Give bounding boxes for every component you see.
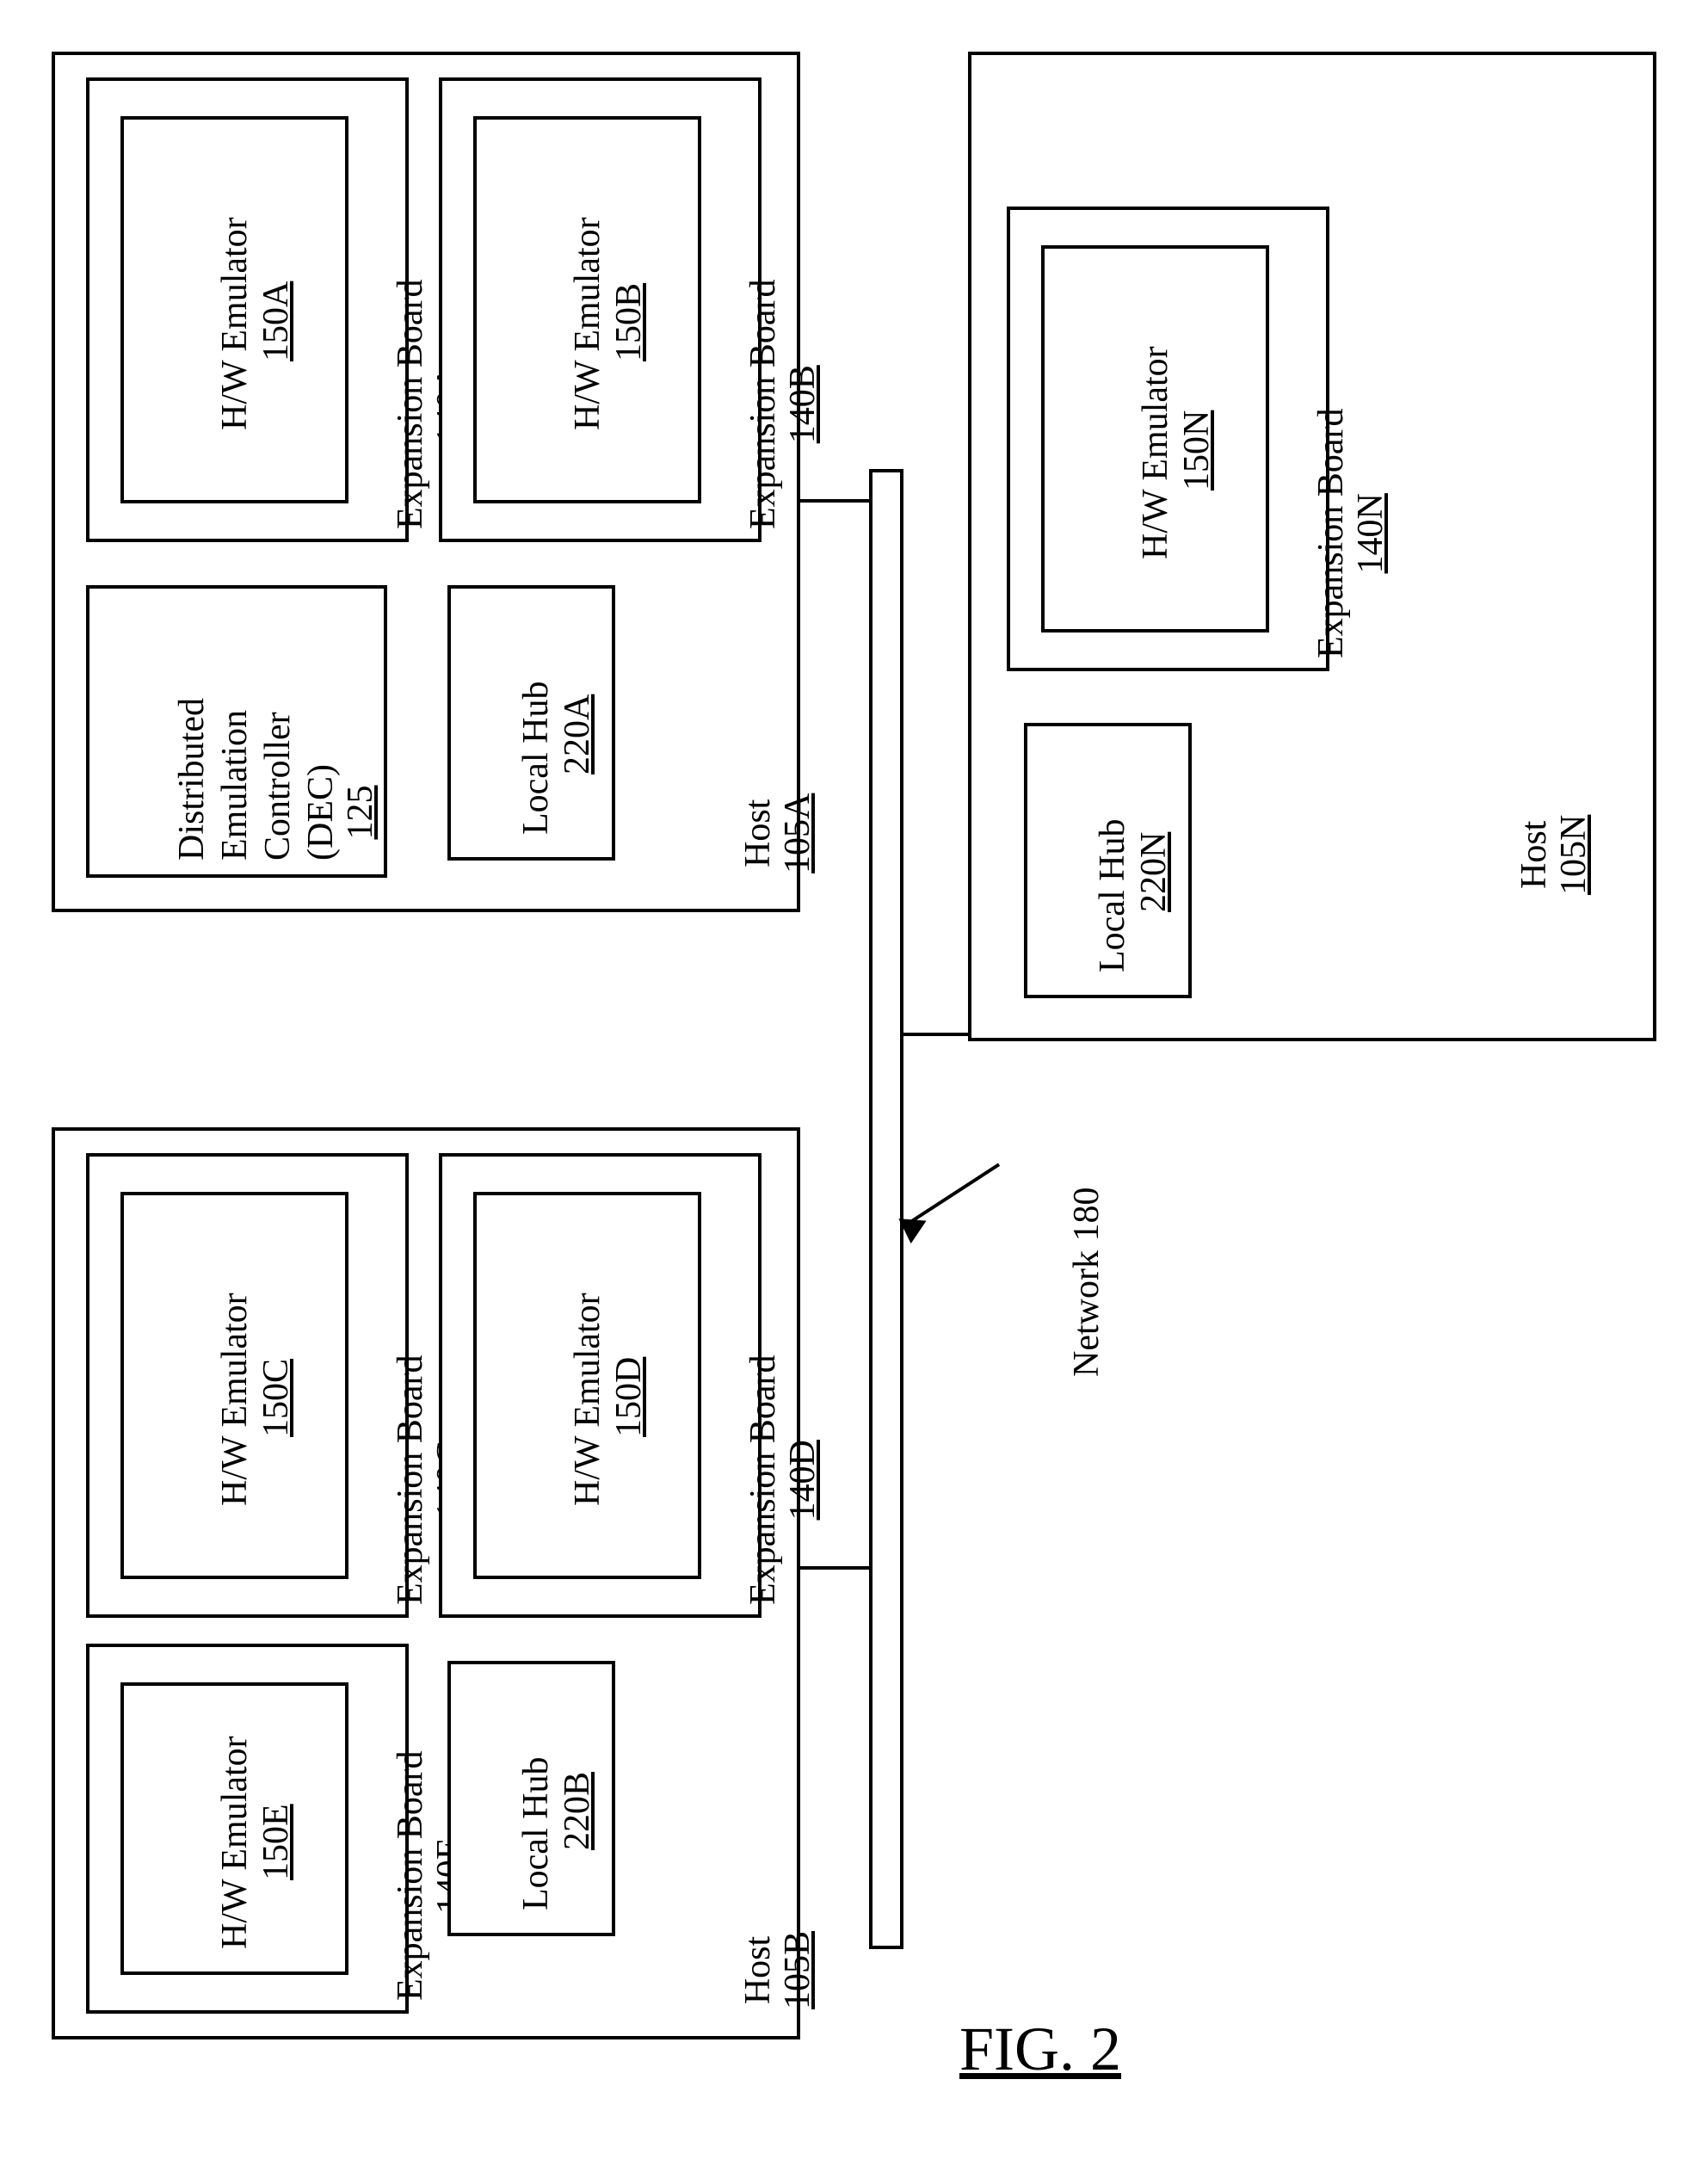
connector-host-b (800, 1566, 869, 1570)
figure-caption: FIG. 2 (959, 2014, 1121, 2085)
host-b-label: Host 105B (738, 1931, 817, 2009)
hub-a-label: Local Hub (516, 682, 556, 835)
board-140b-title: Expansion Board 140B (743, 280, 823, 529)
emulator-150b-ref: 150B (609, 283, 649, 361)
hub-a-ref: 220A (558, 694, 597, 774)
emulator-150c-label: H/W Emulator (215, 1293, 255, 1506)
emulator-150d-ref: 150D (609, 1357, 649, 1437)
dec-label-1: Distributed (172, 698, 212, 861)
emulator-150n-label: H/W Emulator (1136, 346, 1175, 559)
emulator-150c-ref: 150C (256, 1359, 296, 1437)
host-n-label: Host 105N (1514, 815, 1594, 895)
dec-label-3: Controller (258, 712, 298, 861)
network-label: Network 180 (1067, 1188, 1107, 1377)
emulator-150a-ref: 150A (256, 281, 296, 361)
hub-b-ref: 220B (558, 1772, 597, 1850)
emulator-150d-label: H/W Emulator (568, 1293, 607, 1506)
dec-label-2: Emulation (215, 710, 255, 861)
host-a-label: Host 105A (738, 793, 817, 873)
network-bar (869, 469, 903, 1949)
emulator-150n-ref: 150N (1177, 410, 1217, 491)
hub-b-label: Local Hub (516, 1757, 556, 1910)
board-140n-title: Expansion Board 140N (1311, 409, 1390, 658)
emulator-150e-ref: 150E (256, 1804, 296, 1880)
hub-n-ref: 220N (1134, 832, 1174, 912)
emulator-150b-label: H/W Emulator (568, 217, 607, 430)
emulator-150a-label: H/W Emulator (215, 217, 255, 430)
dec-label-4: (DEC) 125 (301, 764, 380, 861)
hub-n-label: Local Hub (1093, 819, 1132, 972)
connector-host-a (800, 499, 869, 503)
connector-host-n (903, 1033, 968, 1036)
emulator-150e-label: H/W Emulator (215, 1736, 255, 1949)
